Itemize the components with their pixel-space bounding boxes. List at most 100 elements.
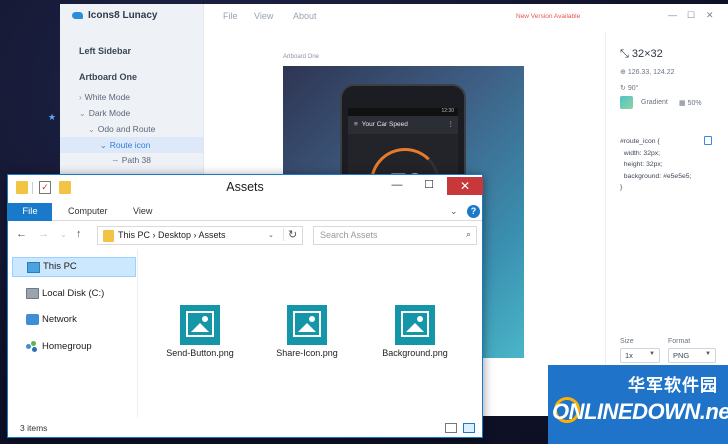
help-icon[interactable]: ?: [467, 205, 480, 218]
ribbon-tabs: File Computer View ⌄ ?: [8, 203, 482, 221]
export-size-select[interactable]: 1x ▼: [620, 348, 660, 363]
lunacy-logo: Icons8 Lunacy: [72, 10, 157, 21]
rotation-readout: ↻ 90°: [620, 84, 638, 92]
image-file-icon: [287, 305, 327, 345]
nav-item-network[interactable]: Network: [12, 310, 136, 330]
lunacy-minimize-button[interactable]: —: [668, 10, 677, 20]
copy-icon[interactable]: [704, 136, 712, 145]
file-item[interactable]: Send-Button.png: [150, 305, 250, 358]
opacity-readout: ▦ 50%: [679, 99, 702, 107]
menu-view[interactable]: View: [254, 11, 273, 21]
chevron-down-icon[interactable]: ⌄: [88, 125, 95, 134]
window-title: Assets: [226, 180, 264, 194]
watermark-logo: 华军软件园 ONLINEDOWN.net: [548, 365, 728, 444]
export-format-select[interactable]: PNG ▼: [668, 348, 716, 363]
properties-panel: ⤡ 32×32 ⊕ 126.33, 124.22 ↻ 90° Gradient …: [605, 32, 728, 416]
up-button[interactable]: ↑: [76, 228, 82, 240]
lunacy-bird-icon: [72, 12, 83, 19]
refresh-icon[interactable]: ↻: [283, 228, 297, 241]
chevron-down-icon[interactable]: ⌄: [100, 141, 107, 150]
position-readout: ⊕ 126.33, 124.22: [620, 68, 675, 76]
export-size-label: Size: [620, 338, 634, 345]
details-view-icon[interactable]: [445, 423, 457, 433]
layer-route-icon[interactable]: ⌄ Route icon: [60, 137, 203, 153]
lunacy-maximize-button[interactable]: ☐: [687, 10, 695, 21]
hamburger-icon: ≡: [354, 121, 358, 128]
export-format-label: Format: [668, 338, 691, 345]
file-name: Send-Button.png: [166, 348, 234, 358]
phone-appbar-title: Your Car Speed: [361, 121, 408, 128]
menu-about[interactable]: About: [293, 11, 317, 21]
dropdown-icon: ▼: [705, 351, 711, 357]
chevron-right-icon[interactable]: ›: [79, 93, 82, 102]
image-file-icon: [395, 305, 435, 345]
recent-locations-button[interactable]: ⌄: [60, 230, 67, 239]
explorer-window: ✓ Assets — ☐ ✕ File Computer View ⌄ ? ← …: [7, 174, 483, 438]
sidebar-section-left: Left Sidebar: [79, 46, 132, 56]
file-name: Background.png: [382, 348, 448, 358]
computer-icon: [27, 262, 40, 273]
chevron-down-icon[interactable]: ⌄: [79, 109, 86, 118]
layer-path-38[interactable]: ∼ Path 38: [112, 155, 151, 165]
back-button[interactable]: ←: [16, 228, 27, 240]
nav-item-local-disk[interactable]: Local Disk (C:): [12, 284, 136, 304]
dropdown-icon: ▼: [649, 351, 655, 357]
new-version-link[interactable]: New Version Available: [516, 13, 580, 20]
layer-label: White Mode: [84, 92, 131, 102]
tab-view[interactable]: View: [133, 206, 152, 216]
rotate-icon: ↻: [620, 85, 628, 92]
item-count: 3 items: [20, 423, 48, 433]
nav-label: Network: [42, 314, 77, 325]
layer-label: Path 38: [121, 155, 152, 165]
minimize-button[interactable]: —: [385, 177, 409, 195]
fill-label: Gradient: [641, 99, 668, 106]
explorer-titlebar: ✓ Assets — ☐ ✕: [8, 175, 483, 203]
css-code: #route_icon { width: 32px; height: 32px;…: [620, 138, 692, 191]
phone-status-bar: 12:30: [348, 108, 458, 116]
menu-file[interactable]: File: [223, 11, 238, 21]
nav-label: Homegroup: [42, 341, 92, 352]
watermark-en: ONLINEDOWN.net: [552, 399, 728, 424]
address-bar[interactable]: This PC › Desktop › Assets ⌄ ↻: [97, 226, 303, 245]
layer-label: Route icon: [109, 140, 151, 150]
image-file-icon: [180, 305, 220, 345]
large-icons-view-icon[interactable]: [463, 423, 475, 433]
file-list: Send-Button.png Share-Icon.png Backgroun…: [139, 249, 482, 417]
position-value: 126.33, 124.22: [627, 69, 675, 76]
size-readout: ⤡ 32×32: [620, 48, 663, 61]
nav-item-homegroup[interactable]: Homegroup: [12, 337, 136, 357]
layer-dark-mode[interactable]: ⌄ Dark Mode: [79, 108, 130, 118]
sidebar-section-artboard[interactable]: Artboard One: [79, 72, 137, 82]
status-bar: 3 items: [8, 419, 482, 437]
forward-button[interactable]: →: [38, 228, 49, 240]
layer-white-mode[interactable]: › White Mode: [79, 92, 130, 102]
gradient-swatch[interactable]: [620, 96, 633, 109]
tab-file[interactable]: File: [8, 203, 52, 221]
chevron-down-icon[interactable]: ⌄: [268, 231, 274, 239]
file-item[interactable]: Share-Icon.png: [257, 305, 357, 358]
search-icon[interactable]: ⌕: [466, 229, 471, 240]
export-size-value: 1x: [625, 351, 633, 360]
search-input[interactable]: Search Assets ⌕: [313, 226, 477, 245]
lunacy-app-name: Icons8 Lunacy: [88, 10, 158, 21]
position-icon: ⊕: [620, 69, 628, 76]
layer-odo-and-route[interactable]: ⌄ Odo and Route: [88, 124, 155, 134]
close-button[interactable]: ✕: [447, 177, 483, 195]
search-placeholder: Search Assets: [320, 230, 378, 240]
rotation-value: 90°: [627, 85, 639, 92]
lunacy-close-button[interactable]: ✕: [706, 10, 714, 21]
chevron-down-icon[interactable]: ⌄: [450, 206, 458, 217]
file-item[interactable]: Background.png: [365, 305, 465, 358]
network-icon: [26, 314, 39, 325]
nav-item-this-pc[interactable]: This PC: [12, 257, 136, 277]
breadcrumb[interactable]: This PC › Desktop › Assets: [118, 230, 226, 240]
more-icon: ⋮: [447, 121, 455, 128]
homegroup-icon: [26, 341, 39, 352]
tab-computer[interactable]: Computer: [68, 206, 108, 216]
phone-appbar: ≡ Your Car Speed ⋮: [348, 116, 458, 134]
resize-icon: ⤡: [620, 48, 632, 60]
nav-label: This PC: [43, 261, 77, 272]
size-value: 32×32: [631, 48, 663, 60]
maximize-button[interactable]: ☐: [417, 177, 441, 195]
folder-icon: [103, 230, 114, 242]
